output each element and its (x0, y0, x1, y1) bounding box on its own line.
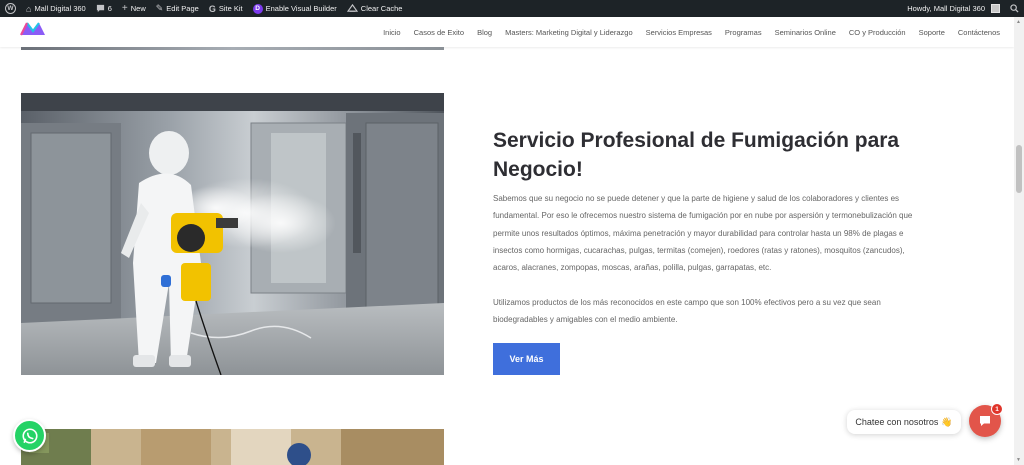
nav-item-servicios-empresas[interactable]: Servicios Empresas (646, 28, 712, 37)
howdy-label: Howdy, Mall Digital 360 (907, 4, 985, 13)
edit-page-label: Edit Page (166, 4, 199, 13)
site-kit-menu[interactable]: G Site Kit (204, 0, 248, 17)
admin-search[interactable] (1005, 0, 1024, 17)
comment-icon (96, 4, 105, 13)
nav-item-programas[interactable]: Programas (725, 28, 762, 37)
avatar (991, 4, 1000, 13)
google-icon: G (208, 3, 216, 14)
previous-section-image (21, 47, 444, 50)
site-name-menu[interactable]: ⌂ Mall Digital 360 (21, 0, 91, 17)
nav-item-casos-de-exito[interactable]: Casos de Exito (414, 28, 464, 37)
scroll-up-icon[interactable]: ▲ (1016, 19, 1021, 25)
wp-logo-menu[interactable]: W (0, 0, 21, 17)
next-section-image (21, 429, 444, 465)
comments-menu[interactable]: 6 (91, 0, 117, 17)
service-description: Sabemos que su negocio no se puede deten… (493, 194, 913, 273)
pencil-icon: ✎ (155, 3, 164, 13)
wordpress-icon: W (5, 3, 16, 14)
fumigation-image (21, 93, 444, 375)
waving-hand-icon: 👋 (941, 416, 953, 427)
site-logo[interactable] (19, 21, 47, 41)
cache-icon (346, 4, 358, 13)
nav-item-seminarios-online[interactable]: Seminarios Online (775, 28, 836, 37)
search-icon (1010, 4, 1019, 13)
home-icon: ⌂ (26, 3, 32, 14)
site-kit-label: Site Kit (218, 4, 243, 13)
my-account-menu[interactable]: Howdy, Mall Digital 360 (902, 0, 1005, 17)
ver-mas-button[interactable]: Ver Más (493, 343, 560, 375)
site-name-label: Mall Digital 360 (34, 4, 86, 13)
nav-item-masters[interactable]: Masters: Marketing Digital y Liderazgo (505, 28, 633, 37)
chat-icon (980, 416, 990, 426)
scroll-down-icon[interactable]: ▼ (1016, 457, 1021, 463)
nav-item-soporte[interactable]: Soporte (919, 28, 945, 37)
plus-icon: + (121, 3, 128, 14)
visual-builder-menu[interactable]: D Enable Visual Builder (248, 0, 342, 17)
logo-mark-icon (20, 22, 45, 36)
page-scrollbar[interactable]: ▲ ▼ (1014, 17, 1024, 465)
chat-notification-badge: 1 (991, 403, 1003, 415)
nav-item-blog[interactable]: Blog (477, 28, 492, 37)
new-content-menu[interactable]: + New (117, 0, 151, 17)
nav-item-contactenos[interactable]: Contáctenos (958, 28, 1000, 37)
clear-cache-menu[interactable]: Clear Cache (342, 0, 408, 17)
scroll-thumb[interactable] (1016, 145, 1022, 193)
divi-icon: D (252, 3, 263, 14)
site-header: Inicio Casos de Exito Blog Masters: Mark… (0, 17, 1014, 47)
comments-count: 6 (107, 4, 112, 13)
whatsapp-button[interactable] (13, 419, 46, 452)
new-label: New (130, 4, 146, 13)
products-description: Utilizamos productos de los más reconoci… (493, 298, 881, 325)
chat-greeting-bubble[interactable]: Chatee con nosotros 👋 (847, 410, 961, 434)
service-title: Servicio Profesional de Fumigación para … (493, 129, 900, 181)
nav-item-co-produccion[interactable]: CO y Producción (849, 28, 906, 37)
nav-item-inicio[interactable]: Inicio (383, 28, 401, 37)
clear-cache-label: Clear Cache (360, 4, 403, 13)
chat-greeting-text: Chatee con nosotros (855, 417, 939, 427)
wp-admin-bar: W ⌂ Mall Digital 360 6 + New ✎ Edit Page… (0, 0, 1024, 17)
visual-builder-label: Enable Visual Builder (265, 4, 337, 13)
main-navigation: Inicio Casos de Exito Blog Masters: Mark… (383, 17, 1000, 47)
whatsapp-icon (21, 427, 38, 444)
edit-page-menu[interactable]: ✎ Edit Page (151, 0, 204, 17)
